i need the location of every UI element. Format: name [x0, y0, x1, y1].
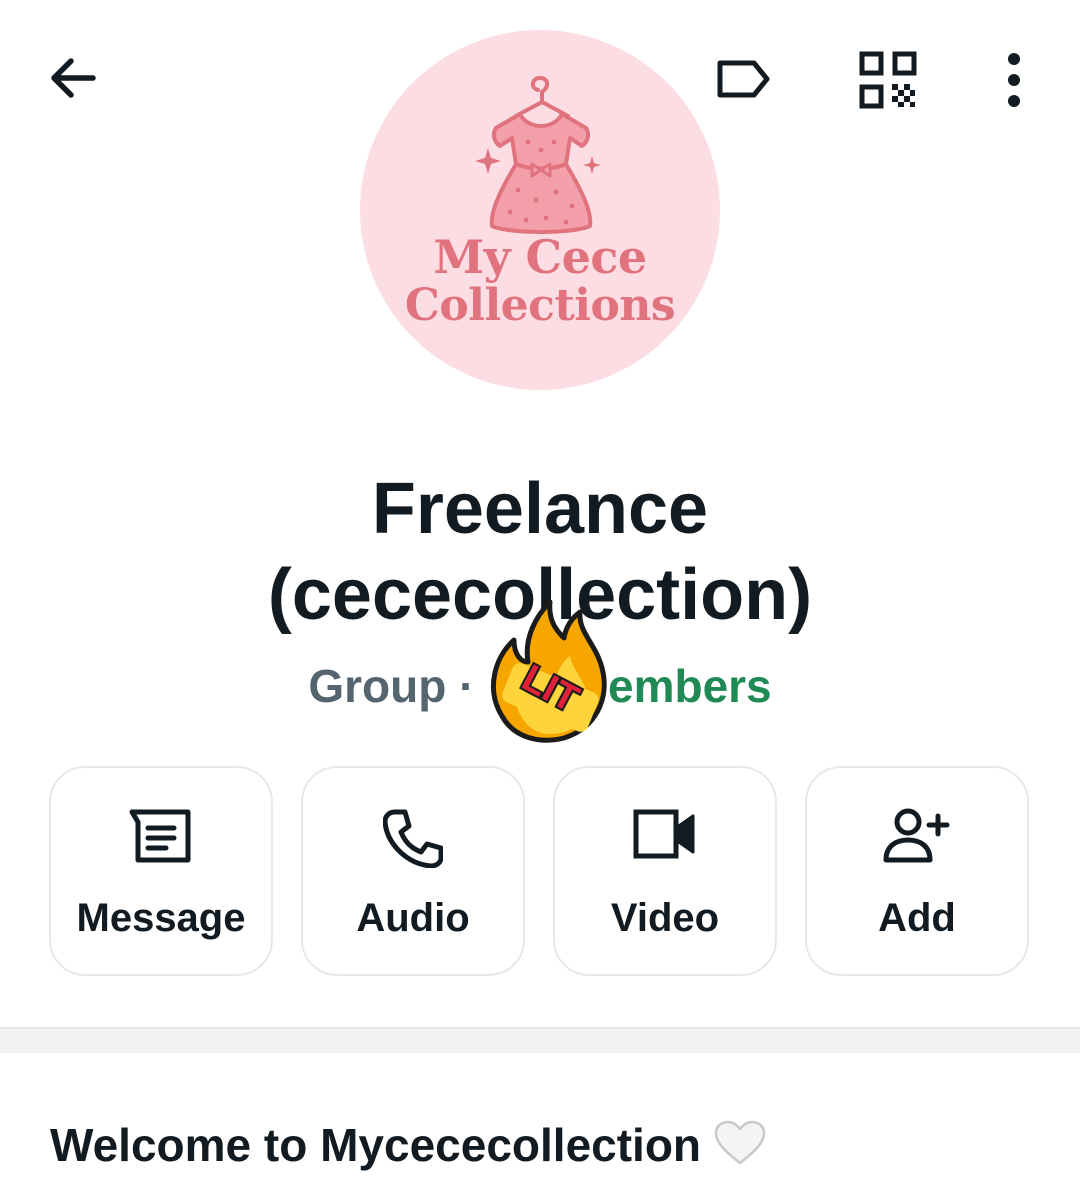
message-icon: [51, 808, 271, 872]
message-button[interactable]: Message: [49, 766, 273, 976]
more-vertical-icon: [1008, 53, 1020, 107]
video-label: Video: [610, 896, 720, 940]
add-member-button[interactable]: Add: [805, 766, 1029, 976]
message-label: Message: [76, 896, 246, 940]
video-call-button[interactable]: Video: [553, 766, 777, 976]
arrow-left-icon: [51, 58, 96, 98]
members-link[interactable]: embers: [608, 660, 772, 712]
logo-text-line1: My Cece: [433, 230, 647, 284]
more-options-button[interactable]: [990, 44, 1038, 116]
group-description[interactable]: Welcome to Mycececollection: [50, 1118, 1050, 1178]
logo-text-line2: Collections: [404, 280, 676, 331]
lit-fire-sticker: LIT: [484, 598, 614, 744]
group-avatar[interactable]: My Cece Collections: [360, 30, 720, 390]
back-button[interactable]: [40, 45, 106, 111]
section-divider: [0, 1027, 1080, 1053]
welcome-text: Welcome to Mycececollection: [50, 1119, 702, 1171]
qr-code-icon: [859, 51, 917, 109]
white-heart-icon: [713, 1119, 767, 1178]
qr-code-button[interactable]: [852, 44, 924, 116]
dress-icon: [475, 75, 601, 234]
label-tag-icon: [717, 60, 770, 98]
group-type-label: Group ·: [308, 660, 475, 712]
add-label: Add: [878, 896, 956, 940]
video-camera-icon: [555, 808, 775, 872]
audio-label: Audio: [356, 896, 470, 940]
phone-icon: [303, 808, 523, 872]
audio-call-button[interactable]: Audio: [301, 766, 525, 976]
group-name-line1: Freelance: [371, 469, 709, 549]
add-person-icon: [807, 808, 1027, 872]
